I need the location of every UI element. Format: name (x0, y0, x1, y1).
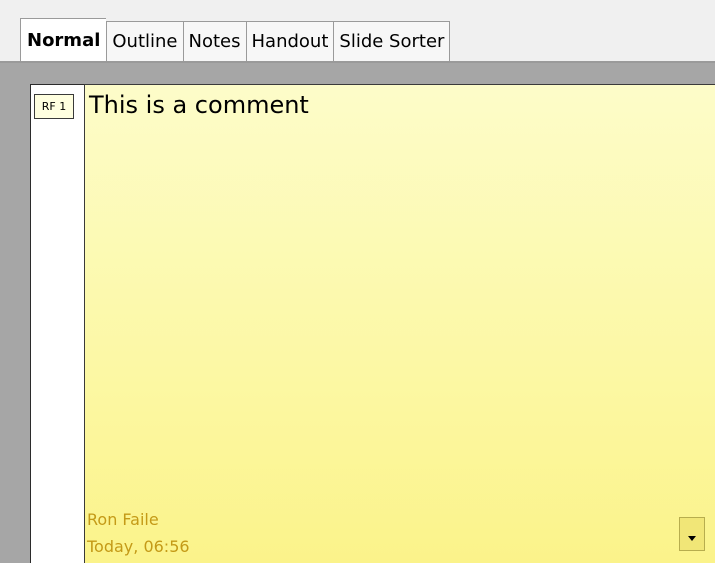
comment-date: Today, 06:56 (87, 537, 190, 556)
tab-handout[interactable]: Handout (245, 21, 334, 63)
comment-menu-button[interactable] (679, 517, 705, 551)
tab-notes[interactable]: Notes (182, 21, 246, 63)
comment-author: Ron Faile (87, 510, 159, 529)
tab-slide-sorter[interactable]: Slide Sorter (333, 21, 451, 63)
slide-canvas[interactable] (30, 84, 86, 563)
view-tab-bar: Normal Outline Notes Handout Slide Sorte… (0, 0, 715, 63)
comment-text[interactable]: This is a comment (89, 91, 309, 119)
tab-outline[interactable]: Outline (106, 21, 183, 63)
tab-normal[interactable]: Normal (20, 18, 107, 63)
chevron-down-icon (688, 536, 696, 541)
comment-note[interactable]: This is a comment Ron Faile Today, 06:56 (84, 84, 715, 563)
view-tabs: Normal Outline Notes Handout Slide Sorte… (20, 18, 451, 63)
slide-border (31, 84, 86, 85)
comment-marker[interactable]: RF 1 (34, 94, 74, 119)
